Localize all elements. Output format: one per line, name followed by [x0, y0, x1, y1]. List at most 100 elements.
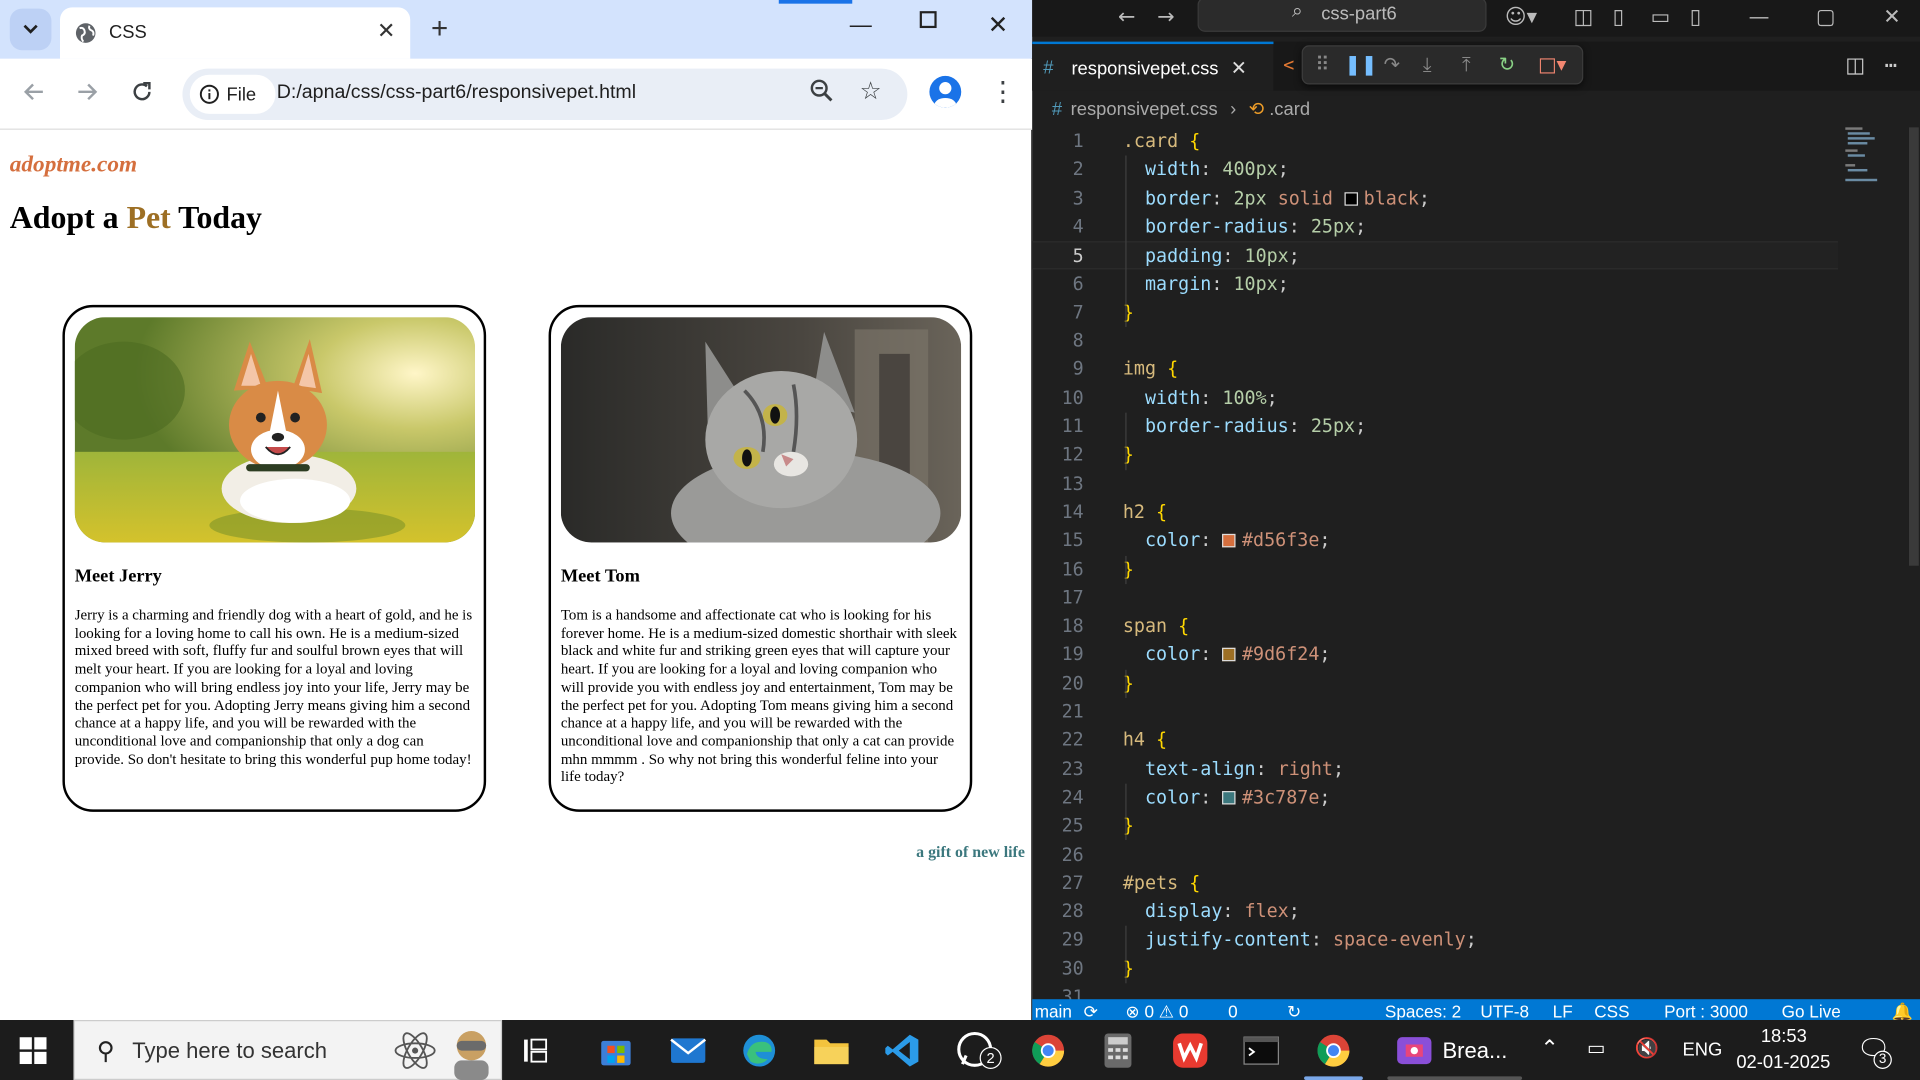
code-text[interactable]: border: 2px solid black; [1123, 184, 1430, 213]
file-explorer-icon[interactable] [811, 1030, 853, 1072]
code-line[interactable]: 12} [1032, 441, 1838, 470]
site-info-chip[interactable]: File [189, 74, 276, 114]
notifications-icon[interactable]: 🔔 [1892, 1002, 1913, 1020]
close-icon[interactable]: ✕ [1231, 56, 1247, 80]
code-text[interactable]: width: 100%; [1123, 384, 1278, 413]
code-text[interactable]: padding: 10px; [1123, 243, 1300, 272]
battery-icon[interactable]: ▭ [1587, 1036, 1606, 1060]
menu-icon[interactable]: ⋮ [989, 76, 1016, 108]
code-line[interactable]: 24 color: #3c787e; [1032, 784, 1838, 813]
live-share-icon[interactable]: ↻ [1287, 1002, 1301, 1020]
breadcrumb-file[interactable]: responsivepet.css [1071, 99, 1218, 120]
code-text[interactable]: color: #3c787e; [1123, 784, 1330, 813]
code-text[interactable]: img { [1123, 356, 1178, 385]
code-text[interactable]: margin: 10px; [1123, 270, 1289, 299]
customize-layout-icon[interactable]: ◫ [1573, 5, 1593, 29]
code-line[interactable]: 4 border-radius: 25px; [1032, 213, 1838, 242]
code-line[interactable]: 13 [1032, 470, 1838, 499]
code-line[interactable]: 5 padding: 10px; [1032, 241, 1838, 270]
microsoft-store-icon[interactable] [595, 1030, 637, 1072]
tab-search-button[interactable] [9, 8, 52, 51]
code-line[interactable]: 25} [1032, 812, 1838, 841]
code-text[interactable]: display: flex; [1123, 898, 1300, 927]
address-bar[interactable]: File D:/apna/css/css-part6/responsivepet… [182, 68, 908, 121]
minimize-icon[interactable]: — [1749, 5, 1770, 29]
terminal-icon[interactable] [1240, 1030, 1282, 1072]
code-line[interactable]: 19 color: #9d6f24; [1032, 641, 1838, 670]
code-line[interactable]: 27 #pets { [1032, 869, 1838, 898]
toggle-panel-icon[interactable]: ▭ [1651, 5, 1671, 29]
code-text[interactable]: color: #d56f3e; [1123, 527, 1330, 556]
toggle-secondary-sidebar-icon[interactable]: ▯ [1690, 5, 1701, 29]
code-text[interactable]: h4 { [1123, 726, 1167, 755]
whatsapp-icon[interactable]: 2 [955, 1030, 1002, 1072]
toggle-sidebar-icon[interactable]: ▯ [1613, 5, 1624, 29]
ports-indicator[interactable]: 0 [1228, 1002, 1238, 1020]
more-actions-icon[interactable]: ⋯ [1885, 54, 1898, 78]
code-text[interactable]: width: 400px; [1123, 156, 1289, 185]
plus-icon[interactable]: + [422, 12, 456, 46]
stop-icon[interactable]: □▾ [1538, 53, 1566, 76]
eol-indicator[interactable]: LF [1553, 1002, 1573, 1020]
code-line[interactable]: 22 h4 { [1032, 726, 1838, 755]
browser-tab[interactable]: CSS ✕ [60, 7, 411, 59]
step-into-icon[interactable]: ⤓ [1423, 53, 1432, 77]
close-window-icon[interactable]: ✕ [1883, 5, 1900, 29]
editor-tab[interactable]: # responsivepet.css ✕ [1032, 41, 1274, 91]
code-line[interactable]: 2 width: 400px; [1032, 156, 1838, 185]
editor-scrollbar[interactable] [1908, 127, 1919, 566]
code-text[interactable]: border-radius: 25px; [1123, 413, 1366, 442]
chrome-icon[interactable] [1313, 1030, 1355, 1072]
branch-indicator[interactable]: main [1035, 1002, 1072, 1020]
zoom-icon[interactable] [809, 78, 833, 109]
wps-office-icon[interactable] [1169, 1030, 1211, 1072]
forward-icon[interactable] [71, 80, 103, 112]
code-text[interactable]: border-radius: 25px; [1123, 213, 1366, 242]
vscode-icon[interactable] [882, 1030, 924, 1072]
calculator-icon[interactable] [1097, 1030, 1139, 1072]
language-indicator[interactable]: CSS [1594, 1002, 1629, 1020]
problems-indicator[interactable]: ⊗ 0 ⚠ 0 [1125, 1002, 1188, 1020]
split-editor-icon[interactable]: ◫ [1845, 54, 1865, 78]
clipchamp-icon[interactable] [1393, 1030, 1435, 1072]
forward-icon[interactable]: → [1157, 5, 1174, 29]
code-line[interactable]: 7} [1032, 299, 1838, 328]
pause-icon[interactable]: ❚❚ [1345, 53, 1378, 76]
reload-icon[interactable] [126, 80, 158, 112]
code-line[interactable]: 8 [1032, 327, 1838, 356]
code-line[interactable]: 10 width: 100%; [1032, 384, 1838, 413]
indentation-indicator[interactable]: Spaces: 2 [1385, 1002, 1461, 1020]
minimap[interactable] [1845, 127, 1882, 186]
command-center-search[interactable]: ⌕ css-part6 [1197, 0, 1487, 32]
code-line[interactable]: 18 span { [1032, 612, 1838, 641]
code-text[interactable]: justify-content: space-evenly; [1123, 926, 1477, 955]
code-text[interactable]: span { [1123, 612, 1189, 641]
copilot-icon[interactable]: ☺▾ [1505, 5, 1537, 29]
chevron-up-icon[interactable]: ⌃ [1540, 1036, 1558, 1062]
encoding-indicator[interactable]: UTF-8 [1480, 1002, 1529, 1020]
port-indicator[interactable]: Port : 3000 [1664, 1002, 1748, 1020]
code-line[interactable]: 20} [1032, 669, 1838, 698]
code-line[interactable]: 21 [1032, 698, 1838, 727]
code-line[interactable]: 26 [1032, 841, 1838, 870]
close-window-icon[interactable]: ✕ [973, 10, 1022, 41]
profile-icon[interactable] [929, 75, 962, 108]
code-line[interactable]: 29 justify-content: space-evenly; [1032, 926, 1838, 955]
mail-icon[interactable] [667, 1030, 709, 1072]
code-line[interactable]: 1 .card { [1032, 127, 1838, 156]
language-indicator[interactable]: ENG [1682, 1040, 1722, 1061]
clock-date[interactable]: 02-01-2025 [1736, 1052, 1830, 1073]
code-line[interactable]: 23 text-align: right; [1032, 755, 1838, 784]
close-icon[interactable]: ✕ [377, 18, 395, 44]
chrome-profile-icon[interactable] [1027, 1030, 1069, 1072]
code-text[interactable]: #pets { [1123, 869, 1200, 898]
back-icon[interactable]: ← [1118, 5, 1135, 29]
code-line[interactable]: 3 border: 2px solid black; [1032, 184, 1838, 213]
restart-icon[interactable]: ↻ [1499, 53, 1515, 76]
code-line[interactable]: 30} [1032, 955, 1838, 984]
sync-icon[interactable]: ⟳ [1084, 1002, 1098, 1020]
taskbar-search[interactable]: ⚲ Type here to search [73, 1020, 503, 1080]
code-line[interactable]: 9 img { [1032, 356, 1838, 385]
back-icon[interactable] [18, 80, 50, 112]
clock-time[interactable]: 18:53 [1761, 1026, 1807, 1047]
